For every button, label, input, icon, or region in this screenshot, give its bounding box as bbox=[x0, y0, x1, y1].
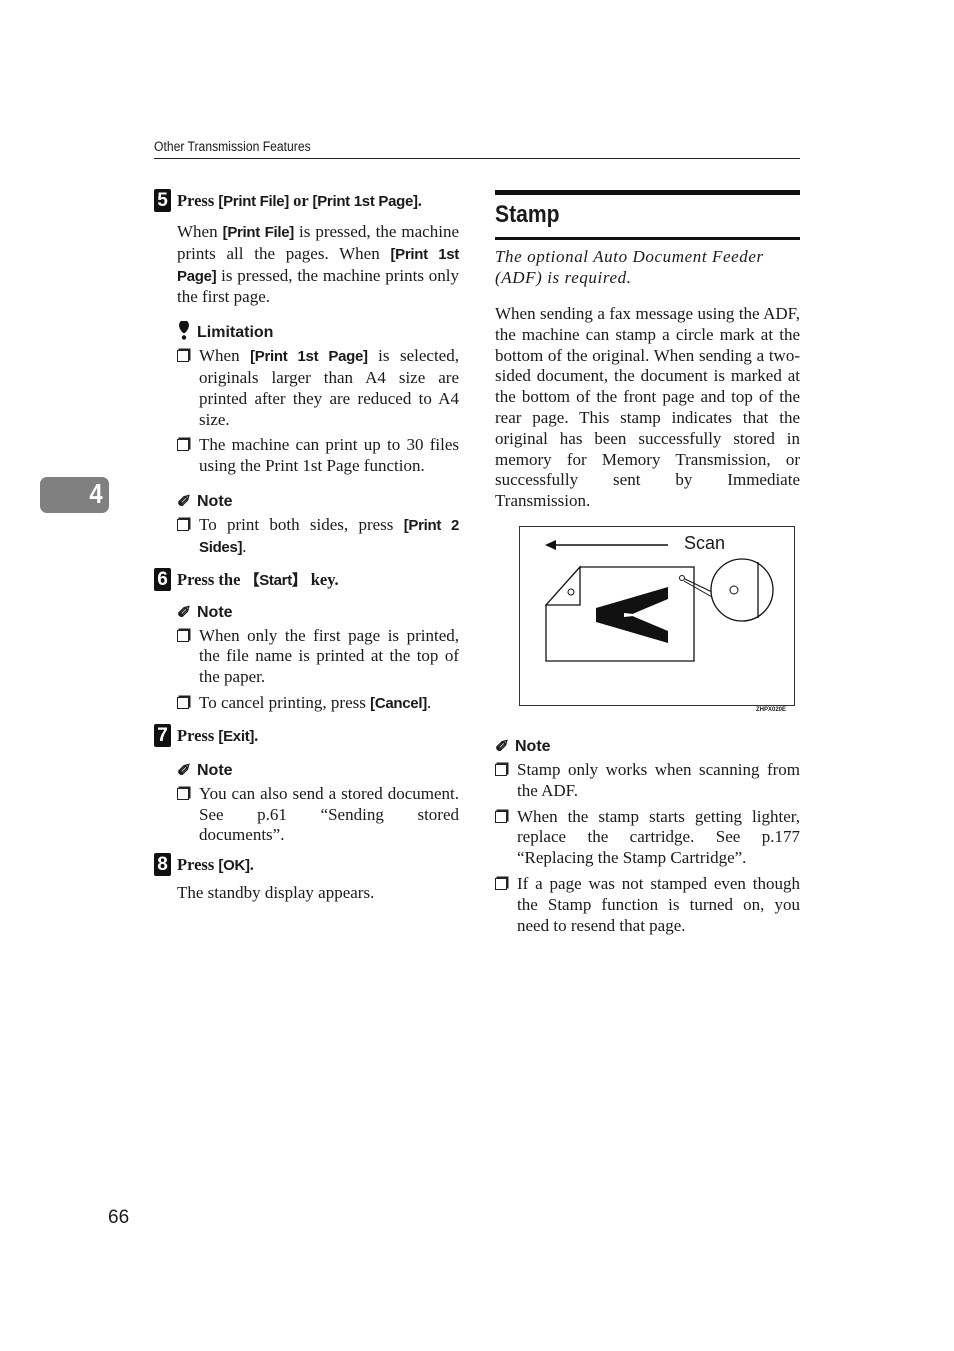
step-title-text: Press bbox=[177, 855, 219, 875]
print-1st-page-key: [Print 1st Page] bbox=[312, 193, 419, 210]
pencil-icon: ✐ bbox=[495, 736, 510, 756]
body-text: . bbox=[426, 692, 432, 712]
section-title: Stamp bbox=[495, 201, 560, 228]
step-8-body: The standby display appears. bbox=[177, 883, 375, 903]
cancel-key: [Cancel] bbox=[370, 694, 427, 712]
scan-arrow-icon bbox=[545, 539, 668, 550]
pencil-icon: ✐ bbox=[177, 491, 192, 511]
print-file-key: [Print File] bbox=[218, 193, 289, 210]
stamp-description: When sending a fax message using the ADF… bbox=[495, 304, 800, 511]
note-list: To print both sides, press [Print 2 Side… bbox=[177, 515, 459, 559]
note-label: Note bbox=[197, 761, 233, 779]
step-title-text: Press the bbox=[177, 569, 245, 589]
note-list: You can also send a stored document. See… bbox=[177, 784, 459, 846]
pencil-icon: ✐ bbox=[177, 602, 192, 622]
list-item: To cancel printing, press [Cancel]. bbox=[177, 693, 459, 715]
checkbox-bullet-icon bbox=[177, 350, 189, 363]
step-6-title: Press the 【Start】 key. bbox=[177, 567, 459, 594]
step-8-title: Press [OK]. bbox=[177, 852, 459, 879]
list-item: When [Print 1st Page] is selected, origi… bbox=[177, 346, 459, 430]
body-text: If a page was not stamped even though th… bbox=[517, 873, 800, 935]
note-heading: ✐ Note bbox=[177, 491, 459, 513]
note-label: Note bbox=[197, 492, 233, 510]
checkbox-bullet-icon bbox=[177, 629, 189, 642]
list-item: Stamp only works when scanning from the … bbox=[495, 760, 800, 802]
checkbox-bullet-icon bbox=[495, 763, 507, 776]
running-header: Other Transmission Features bbox=[154, 139, 311, 154]
print-file-key: [Print File] bbox=[222, 224, 295, 241]
body-text: is pressed, the machine prints only the … bbox=[177, 265, 459, 307]
step-number-6: 6 bbox=[154, 567, 171, 591]
note-heading: ✐ Note bbox=[177, 760, 459, 782]
step-5-title: Press [Print File] or [Print 1st Page]. bbox=[177, 188, 459, 215]
note-list: When only the first page is printed, the… bbox=[177, 626, 459, 715]
note-label: Note bbox=[197, 603, 233, 621]
note-label: Note bbox=[515, 737, 551, 755]
step-7: 7 Press [Exit]. bbox=[154, 723, 459, 750]
step-title-text: key. bbox=[306, 569, 339, 589]
note-heading: ✐ Note bbox=[177, 602, 459, 624]
step-7-title: Press [Exit]. bbox=[177, 723, 459, 750]
section-rule-bottom bbox=[495, 237, 800, 240]
step-title-text: . bbox=[254, 725, 259, 745]
body-text: You can also send a stored document. See… bbox=[199, 783, 459, 845]
step-number-7: 7 bbox=[154, 723, 171, 747]
list-item: To print both sides, press [Print 2 Side… bbox=[177, 515, 459, 559]
limitation-list: When [Print 1st Page] is selected, origi… bbox=[177, 346, 459, 477]
checkbox-bullet-icon bbox=[177, 439, 189, 452]
step-5: 5 Press [Print File] or [Print 1st Page]… bbox=[154, 188, 459, 215]
body-text: The machine can print up to 30 files usi… bbox=[199, 435, 459, 476]
checkbox-bullet-icon bbox=[177, 787, 189, 800]
step-number-5: 5 bbox=[154, 189, 171, 212]
step-number-8: 8 bbox=[154, 853, 171, 877]
ok-key: [OK] bbox=[218, 857, 250, 875]
right-column: Stamp The optional Auto Document Feeder … bbox=[495, 190, 800, 941]
step-6: 6 Press the 【Start】 key. bbox=[154, 567, 459, 594]
body-text: When the stamp starts getting lighter, r… bbox=[517, 806, 800, 868]
step-8: 8 Press [OK]. bbox=[154, 852, 459, 879]
list-item: When the stamp starts getting lighter, r… bbox=[495, 807, 800, 869]
step-title-text: . bbox=[249, 855, 254, 875]
step-title-text: Press bbox=[177, 725, 219, 745]
scan-label: Scan bbox=[684, 532, 726, 553]
step-title-text: or bbox=[288, 191, 313, 210]
print-1st-page-key: [Print 1st Page] bbox=[250, 348, 368, 366]
page-number: 66 bbox=[108, 1207, 130, 1228]
stamp-diagram bbox=[544, 539, 774, 662]
exit-key: [Exit] bbox=[218, 727, 255, 745]
pencil-icon: ✐ bbox=[177, 760, 192, 780]
list-item: The machine can print up to 30 files usi… bbox=[177, 435, 459, 477]
step-title-text: Press bbox=[177, 191, 219, 210]
body-text: When bbox=[199, 346, 251, 366]
header-rule bbox=[154, 158, 800, 159]
body-text: Stamp only works when scanning from the … bbox=[517, 759, 800, 800]
body-text: To cancel printing, press bbox=[199, 692, 371, 712]
exclamation-icon bbox=[177, 319, 197, 346]
checkbox-bullet-icon bbox=[495, 810, 507, 823]
note-heading: ✐ Note bbox=[495, 736, 800, 758]
step-5-body: When [Print File] is pressed, the machin… bbox=[177, 222, 459, 308]
left-column: 5 Press [Print File] or [Print 1st Page]… bbox=[154, 188, 459, 921]
list-item: When only the first page is printed, the… bbox=[177, 626, 459, 688]
stamp-figure: Scan ZHPX020E bbox=[519, 525, 795, 713]
body-text: . bbox=[242, 536, 247, 556]
chapter-tab: 4 bbox=[40, 477, 109, 513]
note-list: Stamp only works when scanning from the … bbox=[495, 760, 800, 936]
checkbox-bullet-icon bbox=[495, 877, 507, 890]
requirement-note: The optional Auto Document Feeder (ADF) … bbox=[495, 247, 764, 287]
checkbox-bullet-icon bbox=[177, 518, 189, 531]
figure-code: ZHPX020E bbox=[755, 706, 786, 713]
checkbox-bullet-icon bbox=[177, 696, 189, 709]
body-text: When only the first page is printed, the… bbox=[199, 625, 459, 687]
limitation-label: Limitation bbox=[197, 324, 274, 342]
limitation-heading: Limitation bbox=[177, 319, 459, 346]
chapter-number: 4 bbox=[89, 478, 103, 509]
body-text: To print both sides, press bbox=[199, 514, 404, 534]
magnified-stamp bbox=[683, 558, 774, 622]
start-key: 【Start】 bbox=[244, 571, 307, 589]
body-text: When bbox=[177, 222, 223, 241]
list-item: If a page was not stamped even though th… bbox=[495, 874, 800, 936]
step-title-text: . bbox=[417, 191, 422, 210]
list-item: You can also send a stored document. See… bbox=[177, 784, 459, 846]
